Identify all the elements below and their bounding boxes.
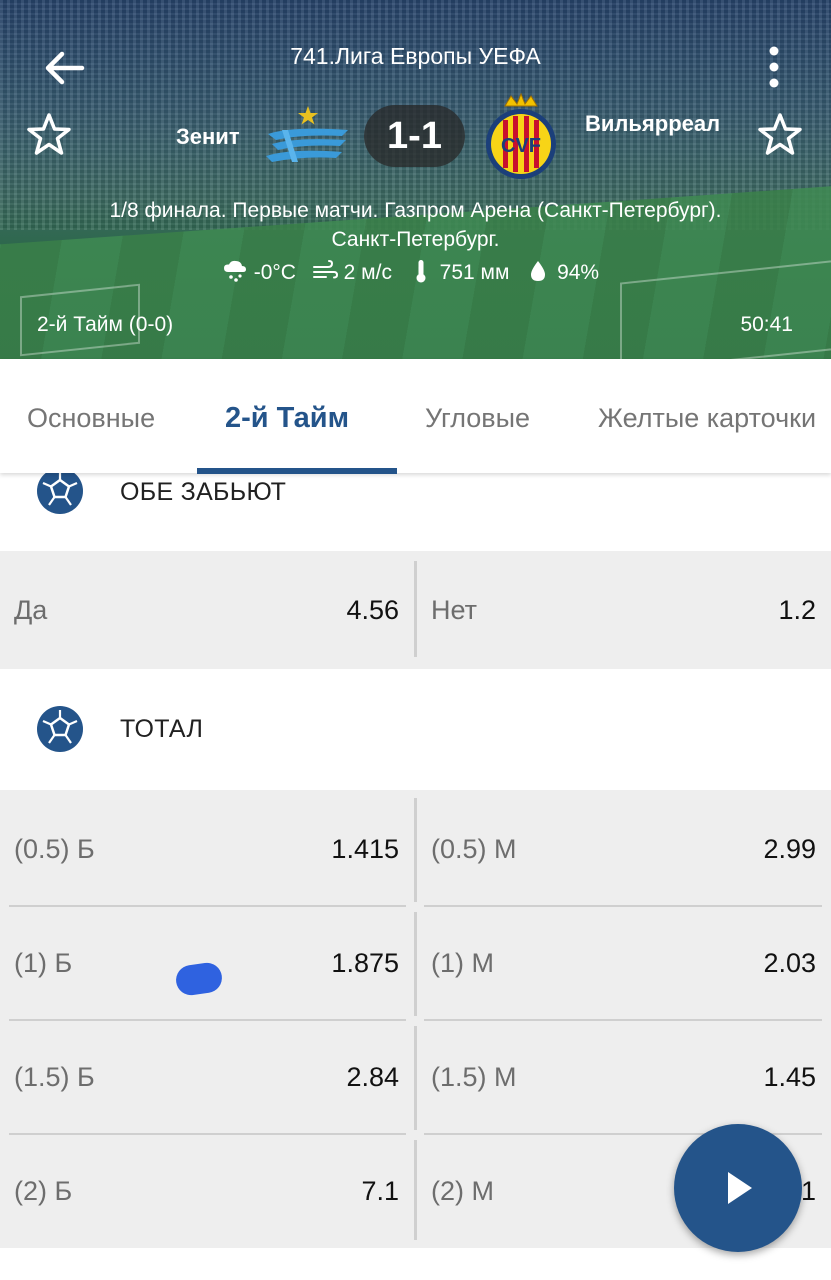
active-tab-indicator	[197, 468, 397, 474]
wind-icon	[312, 258, 338, 284]
star-outline-icon	[27, 113, 71, 155]
odds-label: (0.5) М	[431, 834, 517, 864]
odds-value: 1	[800, 1176, 816, 1206]
row-divider	[9, 1133, 406, 1135]
odds-over[interactable]: (2) Б 7.1	[0, 1138, 414, 1244]
odds-value: 1.415	[331, 834, 399, 864]
odds-label: Нет	[431, 595, 477, 625]
favorite-team2-button[interactable]	[755, 110, 805, 160]
temperature-value: -0°C	[253, 261, 296, 284]
odds-label: (1) М	[431, 948, 494, 978]
odds-value: 7.1	[361, 1176, 399, 1206]
weather-row: -0°C 2 м/с 751 мм 94%	[0, 258, 831, 285]
odds-label: (2) М	[431, 1176, 494, 1206]
match-stage-venue: 1/8 финала. Первые матчи. Газпром Арена …	[30, 196, 801, 254]
odds-label: (1.5) М	[431, 1062, 517, 1092]
odds-yes[interactable]: Да 4.56	[0, 557, 414, 663]
wind-value: 2 м/с	[343, 261, 392, 284]
match-score: 1-1	[364, 105, 465, 167]
odds-no[interactable]: Нет 1.2	[417, 557, 831, 663]
team2-name: Вильярреал	[585, 111, 721, 136]
team1-name: Зенит	[176, 124, 240, 149]
tab-corners[interactable]: Угловые	[425, 359, 530, 473]
tab-yellow-cards[interactable]: Желтые карточки	[598, 359, 816, 473]
column-divider	[414, 1140, 417, 1240]
list-bottom	[0, 1248, 831, 1280]
odds-label: (1.5) Б	[14, 1062, 95, 1092]
tab-second-half[interactable]: 2-й Тайм	[225, 359, 349, 473]
market-tabs: Основные 2-й Тайм Угловые Желтые карточк…	[0, 359, 831, 473]
row-divider	[9, 905, 406, 907]
odds-label: Да	[14, 595, 48, 625]
total-header: ТОТАЛ	[0, 669, 831, 790]
half-status: 2-й Тайм (0-0)	[37, 313, 174, 336]
svg-text:CVF: CVF	[501, 135, 541, 157]
play-button[interactable]	[674, 1124, 802, 1252]
team1-logo	[262, 104, 354, 170]
play-icon	[728, 1172, 752, 1204]
humidity-value: 94%	[557, 261, 600, 284]
odds-value: 2.03	[763, 948, 816, 978]
column-divider	[414, 912, 417, 1016]
odds-label: (1) Б	[14, 948, 73, 978]
more-options-button[interactable]	[758, 44, 790, 90]
venue-city: Санкт-Петербург.	[331, 228, 500, 251]
tab-main[interactable]: Основные	[27, 359, 155, 473]
water-drop-icon	[525, 258, 551, 284]
pressure-value: 751 мм	[439, 261, 510, 284]
row-divider	[424, 905, 822, 907]
match-time: 50:41	[740, 313, 793, 336]
odds-label: (0.5) Б	[14, 834, 95, 864]
match-header: 741.Лига Европы УЕФА Зенит 1-1 CVF Вилья…	[0, 0, 831, 359]
odds-value: 1.875	[331, 948, 399, 978]
odds-under[interactable]: (1) М 2.03	[417, 910, 831, 1016]
stage-line: 1/8 финала. Первые матчи. Газпром Арена …	[109, 199, 722, 222]
column-divider	[414, 798, 417, 902]
odds-over[interactable]: (1.5) Б 2.84	[0, 1024, 414, 1130]
more-vert-icon	[769, 46, 779, 88]
villarreal-logo-icon: CVF	[486, 92, 556, 179]
row-divider	[9, 1019, 406, 1021]
column-divider	[414, 1026, 417, 1130]
zenit-logo-icon	[266, 106, 348, 162]
favorite-team1-button[interactable]	[24, 110, 74, 160]
odds-value: 1.45	[763, 1062, 816, 1092]
row-divider	[424, 1019, 822, 1021]
odds-value: 2.99	[763, 834, 816, 864]
odds-value: 2.84	[346, 1062, 399, 1092]
league-title: 741.Лига Европы УЕФА	[290, 43, 541, 69]
thermometer-icon	[408, 258, 434, 284]
section-title: ТОТАЛ	[120, 715, 204, 743]
both-score-odds: Да 4.56 Нет 1.2	[0, 551, 831, 669]
soccer-ball-icon	[36, 705, 84, 753]
odds-label: (2) Б	[14, 1176, 73, 1206]
snow-cloud-icon	[222, 258, 248, 284]
odds-under[interactable]: (0.5) М 2.99	[417, 796, 831, 902]
team2-logo: CVF	[483, 92, 559, 180]
odds-value: 1.2	[778, 595, 816, 625]
both-score-header: ОБЕ ЗАБЬЮТ	[0, 468, 831, 551]
soccer-ball-icon	[36, 467, 84, 515]
odds-over[interactable]: (0.5) Б 1.415	[0, 796, 414, 902]
section-title: ОБЕ ЗАБЬЮТ	[120, 478, 287, 506]
odds-under[interactable]: (1.5) М 1.45	[417, 1024, 831, 1130]
odds-value: 4.56	[346, 595, 399, 625]
star-outline-icon	[758, 113, 802, 155]
